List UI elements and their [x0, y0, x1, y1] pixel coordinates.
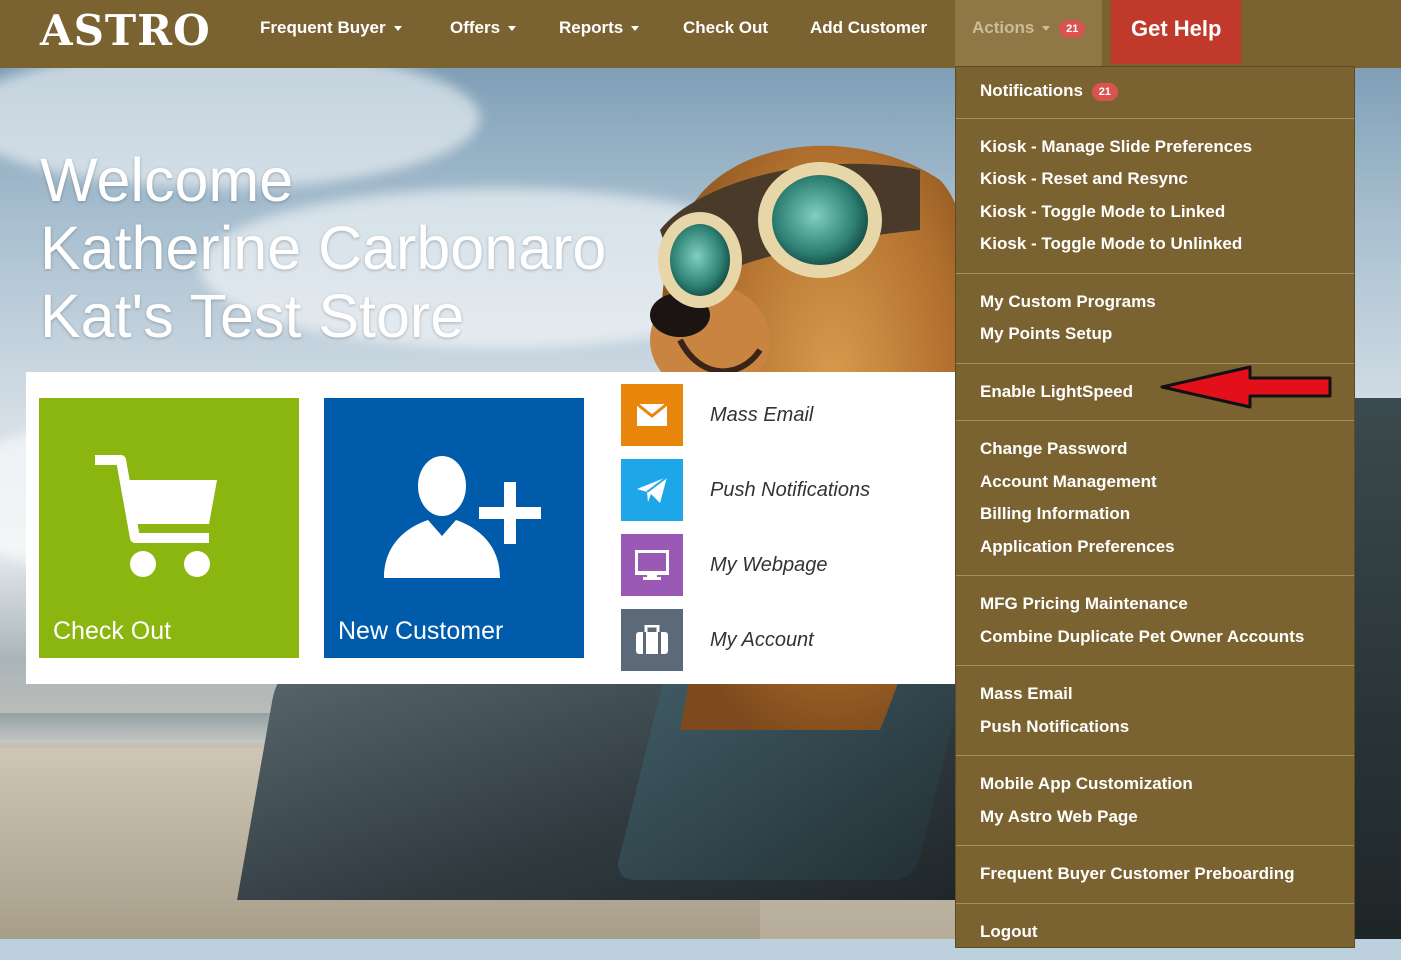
- menu-item-mass-email[interactable]: Mass Email: [956, 678, 1354, 711]
- shopping-cart-icon: [91, 454, 221, 584]
- welcome-heading: Welcome Katherine Carbonaro Kat's Test S…: [40, 146, 606, 350]
- menu-group-preboarding: Frequent Buyer Customer Preboarding: [956, 846, 1354, 904]
- welcome-title: Welcome: [40, 146, 606, 214]
- menu-group-logout: Logout: [956, 904, 1354, 960]
- actions-dropdown-menu: Notifications 21 Kiosk - Manage Slide Pr…: [955, 66, 1355, 948]
- menu-item-kiosk-reset[interactable]: Kiosk - Reset and Resync: [956, 163, 1354, 196]
- check-out-tile-label: Check Out: [53, 617, 171, 646]
- new-customer-tile-label: New Customer: [338, 617, 503, 646]
- nav-actions-label: Actions: [972, 18, 1034, 37]
- caret-down-icon: [394, 26, 402, 31]
- nav-frequent-buyer-label: Frequent Buyer: [260, 18, 386, 37]
- nav-reports-label: Reports: [559, 18, 623, 37]
- quick-link-label: My Webpage: [710, 534, 827, 596]
- menu-item-account-management[interactable]: Account Management: [956, 466, 1354, 499]
- menu-group-messaging: Mass Email Push Notifications: [956, 666, 1354, 756]
- menu-item-mobile-app[interactable]: Mobile App Customization: [956, 768, 1354, 801]
- paper-plane-icon: [621, 459, 683, 521]
- quick-link-mass-email[interactable]: Mass Email: [621, 384, 961, 446]
- menu-item-label: Notifications: [980, 81, 1083, 100]
- menu-item-application-preferences[interactable]: Application Preferences: [956, 531, 1354, 564]
- add-user-icon: [382, 456, 542, 581]
- store-name: Kat's Test Store: [40, 282, 606, 350]
- astro-logo[interactable]: ASTRO: [40, 6, 211, 56]
- menu-item-kiosk-unlinked[interactable]: Kiosk - Toggle Mode to Unlinked: [956, 228, 1354, 261]
- menu-group-notifications: Notifications 21: [956, 67, 1354, 119]
- nav-frequent-buyer[interactable]: Frequent Buyer: [260, 0, 402, 56]
- menu-item-combine-duplicates[interactable]: Combine Duplicate Pet Owner Accounts: [956, 621, 1354, 654]
- caret-down-icon: [631, 26, 639, 31]
- menu-item-kiosk-linked[interactable]: Kiosk - Toggle Mode to Linked: [956, 196, 1354, 229]
- menu-group-account: Change Password Account Management Billi…: [956, 421, 1354, 576]
- quick-actions-panel: Check Out New Customer Mass Email Push N…: [26, 372, 966, 684]
- menu-item-points-setup[interactable]: My Points Setup: [956, 318, 1354, 351]
- nav-actions[interactable]: Actions 21: [955, 0, 1102, 66]
- menu-item-preboarding[interactable]: Frequent Buyer Customer Preboarding: [956, 858, 1354, 891]
- top-navbar: ASTRO Frequent Buyer Offers Reports Chec…: [0, 0, 1401, 68]
- menu-item-billing-information[interactable]: Billing Information: [956, 498, 1354, 531]
- menu-item-notifications[interactable]: Notifications 21: [956, 75, 1354, 108]
- caret-down-icon: [1042, 26, 1050, 31]
- new-customer-tile[interactable]: New Customer: [324, 398, 584, 658]
- quick-link-my-webpage[interactable]: My Webpage: [621, 534, 961, 596]
- quick-link-label: My Account: [710, 609, 814, 671]
- user-name: Katherine Carbonaro: [40, 214, 606, 282]
- menu-group-web: Mobile App Customization My Astro Web Pa…: [956, 756, 1354, 846]
- menu-item-push-notifications[interactable]: Push Notifications: [956, 711, 1354, 744]
- menu-group-maintenance: MFG Pricing Maintenance Combine Duplicat…: [956, 576, 1354, 666]
- get-help-button[interactable]: Get Help: [1111, 0, 1241, 64]
- notifications-count-badge: 21: [1092, 83, 1118, 101]
- briefcase-icon: [621, 609, 683, 671]
- quick-link-my-account[interactable]: My Account: [621, 609, 961, 671]
- envelope-icon: [621, 384, 683, 446]
- red-annotation-arrow-icon: [1158, 365, 1336, 409]
- menu-group-programs: My Custom Programs My Points Setup: [956, 274, 1354, 364]
- menu-item-astro-web-page[interactable]: My Astro Web Page: [956, 801, 1354, 834]
- quick-link-label: Mass Email: [710, 384, 813, 446]
- menu-item-change-password[interactable]: Change Password: [956, 433, 1354, 466]
- nav-add-customer[interactable]: Add Customer: [810, 0, 927, 56]
- quick-link-label: Push Notifications: [710, 459, 870, 521]
- menu-item-custom-programs[interactable]: My Custom Programs: [956, 286, 1354, 319]
- menu-item-logout[interactable]: Logout: [956, 916, 1354, 949]
- monitor-icon: [621, 534, 683, 596]
- caret-down-icon: [508, 26, 516, 31]
- check-out-tile[interactable]: Check Out: [39, 398, 299, 658]
- nav-offers-label: Offers: [450, 18, 500, 37]
- menu-item-kiosk-slide-preferences[interactable]: Kiosk - Manage Slide Preferences: [956, 131, 1354, 164]
- actions-count-badge: 21: [1059, 20, 1085, 38]
- quick-link-push-notifications[interactable]: Push Notifications: [621, 459, 961, 521]
- nav-check-out[interactable]: Check Out: [683, 0, 768, 56]
- menu-group-kiosk: Kiosk - Manage Slide Preferences Kiosk -…: [956, 119, 1354, 274]
- menu-item-mfg-pricing[interactable]: MFG Pricing Maintenance: [956, 588, 1354, 621]
- nav-reports[interactable]: Reports: [559, 0, 639, 56]
- nav-offers[interactable]: Offers: [450, 0, 516, 56]
